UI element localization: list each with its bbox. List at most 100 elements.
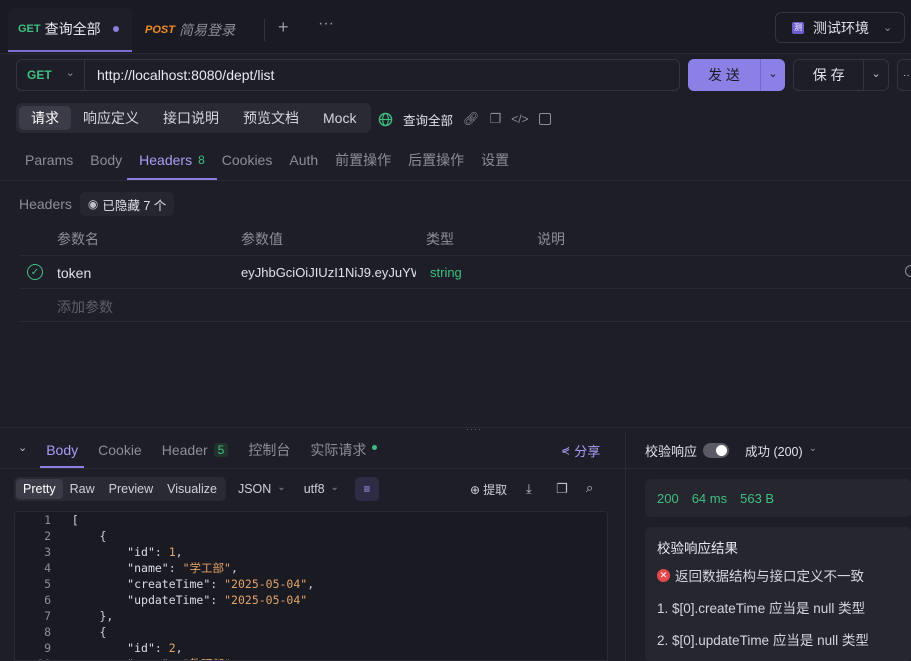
chevron-down-icon: ⌄ [883, 22, 893, 34]
chevron-down-icon: ⌄ [330, 481, 339, 493]
column-type: 类型 [426, 231, 454, 247]
share-label: 分享 [574, 444, 601, 459]
format-pretty[interactable]: Pretty [16, 479, 63, 499]
code-line: 1 [ [15, 512, 607, 528]
tab-pre-operations[interactable]: 前置操作 [335, 140, 391, 180]
extract-button[interactable]: ⊕ 提取 [470, 481, 507, 498]
add-parameter-input[interactable]: 添加参数 [57, 297, 113, 317]
chevron-down-icon[interactable]: ⌄ [809, 443, 817, 454]
line-number: 4 [44, 561, 51, 575]
format-preview[interactable]: Preview [102, 479, 160, 499]
more-tabs-icon[interactable]: ··· [318, 15, 334, 33]
tab-label: Cookies [221, 152, 273, 168]
more-actions-button[interactable]: ·· [897, 59, 911, 91]
format-visualize[interactable]: Visualize [160, 479, 224, 499]
json-value: 2 [168, 641, 176, 655]
copy-icon[interactable]: ❐ [556, 481, 568, 497]
tab-post-login[interactable]: POST 简易登录 [137, 8, 263, 52]
tab-label: 简易登录 [178, 22, 235, 38]
tab-auth[interactable]: Auth [289, 140, 318, 180]
tab-response-body[interactable]: Body [40, 432, 85, 468]
tab-actual-request[interactable]: 实际请求 [310, 432, 378, 468]
more-icon: ·· [903, 69, 910, 81]
format-raw[interactable]: Raw [63, 479, 102, 499]
globe-icon [378, 112, 393, 126]
validation-header: 校验响应 成功 (200) ⌄ [645, 441, 817, 460]
endpoint-name: 查询全部 [403, 113, 454, 128]
segment-api-description[interactable]: 接口说明 [151, 106, 231, 130]
json-value: "教研部" [183, 657, 231, 660]
panel-toggle-icon[interactable] [538, 113, 551, 125]
new-tab-icon[interactable]: + [278, 17, 289, 38]
environment-label: 测试环境 [813, 19, 869, 36]
header-name[interactable]: token [57, 265, 91, 281]
send-button[interactable]: 发 送 ⌄ [688, 59, 785, 91]
code-line: 7 }, [15, 608, 607, 624]
header-type[interactable]: string [430, 265, 462, 280]
download-icon[interactable]: ⤓ [526, 481, 532, 497]
tab-label: Body [46, 442, 79, 458]
url-value: http://localhost:8080/dept/list [97, 67, 275, 83]
status-select[interactable]: 成功 (200) [745, 441, 803, 460]
environment-select[interactable]: 测 测试环境 ⌄ [775, 12, 905, 43]
tab-body[interactable]: Body [90, 140, 122, 180]
tab-response-cookie[interactable]: Cookie [98, 432, 142, 468]
response-panel: ⌄ Body Cookie Header 5 控制台 实际请求 ⋞ 分享 Pret… [0, 432, 625, 661]
response-body-editor[interactable]: 1 [2 {3 "id": 1, 4 "name": "学工部", 5 "creat… [14, 511, 608, 661]
tab-console[interactable]: 控制台 [248, 432, 290, 468]
link-icon[interactable]: 🔗︎ [463, 111, 480, 127]
save-button[interactable]: 保 存 ⌄ [793, 59, 889, 91]
line-number: 3 [44, 545, 51, 559]
chevron-down-icon[interactable]: ⌄ [864, 67, 888, 80]
code-line: 3 "id": 1, [15, 544, 607, 560]
hidden-headers-toggle[interactable]: ◉ 已隐藏 7 个 [79, 192, 175, 216]
json-value: "2025-05-04" [224, 593, 308, 607]
headers-table-header: 参数名 参数值 类型 说明 [0, 223, 911, 255]
code-icon[interactable]: </> [511, 112, 528, 126]
tab-response-header[interactable]: Header 5 [162, 432, 229, 468]
collapse-icon[interactable]: ⌄ [18, 441, 27, 454]
tab-label: 查询全部 [44, 21, 101, 37]
line-number: 5 [44, 577, 51, 591]
tab-cookies[interactable]: Cookies [222, 140, 273, 180]
tab-settings[interactable]: 设置 [481, 140, 509, 180]
json-key: "createTime" [127, 577, 211, 591]
tab-get-query-all[interactable]: GET 查询全部 [8, 8, 132, 52]
header-value[interactable]: eyJhbGciOiJIUzI1NiJ9.eyJuYW [241, 265, 416, 280]
validation-error-item: 2. $[0].updateTime 应当是 null 类型 [657, 633, 869, 648]
tab-params[interactable]: Params [25, 140, 73, 180]
enabled-checkbox[interactable]: ✓ [27, 264, 43, 280]
row-action-icon[interactable] [905, 265, 911, 277]
share-button[interactable]: ⋞ 分享 [561, 441, 600, 460]
copy-icon[interactable]: ❐ [490, 111, 502, 127]
hidden-count-label: 已隐藏 7 个 [102, 198, 167, 213]
segment-preview-doc[interactable]: 预览文档 [231, 106, 311, 130]
encoding-select[interactable]: utf8 ⌄ [304, 481, 339, 497]
method-select[interactable]: GET ⌄ [16, 59, 84, 91]
wrap-lines-icon[interactable]: ≡ [354, 477, 379, 501]
segment-request[interactable]: 请求 [19, 106, 71, 130]
validation-error-item: 1. $[0].createTime 应当是 null 类型 [657, 601, 866, 616]
column-description: 说明 [537, 231, 565, 247]
tab-label: 后置操作 [408, 152, 465, 168]
validation-panel: 校验响应 成功 (200) ⌄ 200 64 ms 563 B 校验响应结果 ✕… [625, 432, 911, 661]
tab-label: Cookie [98, 442, 142, 458]
language-select[interactable]: JSON ⌄ [238, 482, 286, 497]
result-title: 校验响应结果 [657, 541, 738, 556]
search-icon[interactable]: ⌕ [586, 480, 593, 496]
segment-mock[interactable]: Mock [311, 106, 368, 130]
url-input[interactable]: http://localhost:8080/dept/list [84, 59, 680, 91]
extract-icon: ⊕ [470, 482, 481, 497]
tab-headers[interactable]: Headers 8 [127, 140, 217, 180]
segment-response-definition[interactable]: 响应定义 [71, 106, 151, 130]
method-label: GET [27, 68, 52, 82]
divider [0, 180, 911, 181]
tab-method: POST [145, 24, 175, 36]
tab-post-operations[interactable]: 后置操作 [408, 140, 464, 180]
response-time: 64 ms [691, 490, 728, 506]
extract-label: 提取 [483, 483, 508, 497]
tab-method: GET [18, 23, 41, 35]
validation-toggle[interactable] [703, 443, 730, 458]
chevron-down-icon[interactable]: ⌄ [761, 67, 785, 80]
json-key: "updateTime" [127, 593, 211, 607]
